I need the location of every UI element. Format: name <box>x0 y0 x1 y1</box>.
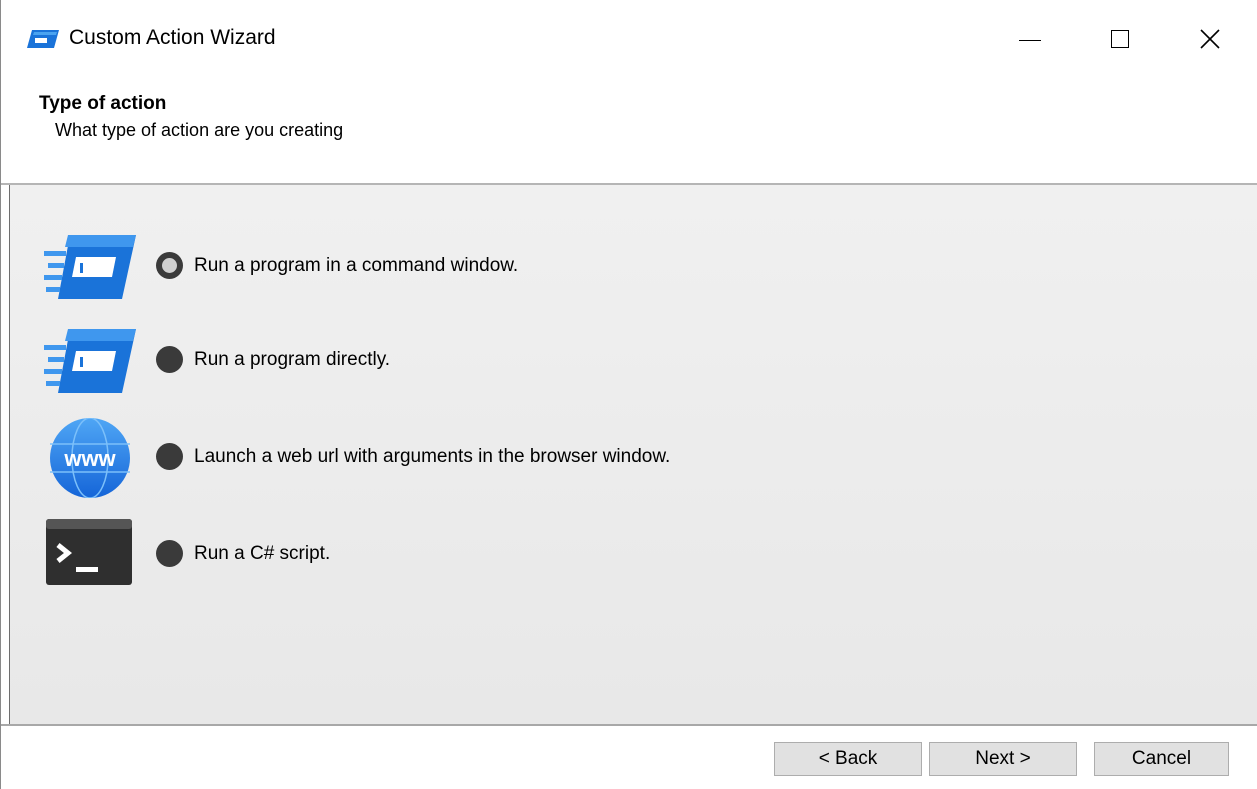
maximize-button[interactable] <box>1075 0 1165 78</box>
option-label: Run a C# script. <box>194 543 331 564</box>
option-command-window[interactable]: Run a program in a command window. <box>10 227 910 307</box>
radio-run-csharp-script[interactable] <box>156 540 183 567</box>
option-label: Launch a web url with arguments in the b… <box>194 446 671 467</box>
app-icon <box>27 30 59 48</box>
page-subtitle: What type of action are you creating <box>55 120 344 140</box>
maximize-icon <box>1111 30 1129 48</box>
footer-divider <box>1 724 1257 726</box>
radio-launch-web-url[interactable] <box>156 443 183 470</box>
close-button[interactable] <box>1165 0 1255 78</box>
radio-run-directly[interactable] <box>156 346 183 373</box>
option-label: Run a program directly. <box>194 349 391 370</box>
wizard-header: Type of action What type of action are y… <box>1 78 1257 184</box>
command-window-icon <box>44 235 136 299</box>
minimize-icon <box>1019 39 1041 41</box>
cancel-button[interactable]: Cancel <box>1094 742 1229 776</box>
title-bar[interactable]: Custom Action Wizard <box>1 0 1257 78</box>
program-icon <box>44 329 136 393</box>
window-title: Custom Action Wizard <box>69 26 276 49</box>
option-run-csharp-script[interactable]: Run a C# script. <box>10 515 910 595</box>
www-globe-icon: www <box>50 418 130 498</box>
radio-command-window[interactable] <box>156 252 183 279</box>
options-panel: Run a program in a command window. Run a… <box>9 185 1257 724</box>
close-icon <box>1200 29 1220 49</box>
next-button[interactable]: Next > <box>929 742 1077 776</box>
option-launch-web-url[interactable]: www Launch a web url with arguments in t… <box>10 418 910 498</box>
wizard-window: Custom Action Wizard Type of action What… <box>0 0 1257 789</box>
back-button[interactable]: < Back <box>774 742 922 776</box>
minimize-button[interactable] <box>985 0 1075 78</box>
page-title: Type of action <box>39 93 167 114</box>
option-label: Run a program in a command window. <box>194 255 519 276</box>
www-text: www <box>63 446 116 471</box>
option-run-directly[interactable]: Run a program directly. <box>10 321 910 401</box>
terminal-icon <box>46 519 132 585</box>
